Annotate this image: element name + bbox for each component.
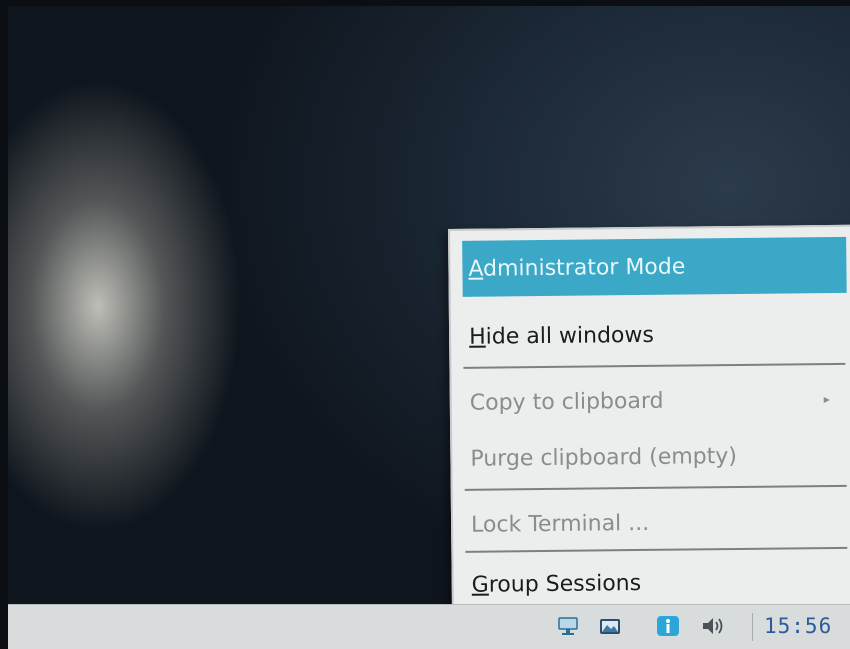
network-icon[interactable] [556,615,580,637]
menu-item-copy-to-clipboard[interactable]: Copy to clipboard ▸ [464,377,844,425]
menu-item-label: Purge clipboard (empty) [470,443,738,472]
menu-separator [464,484,847,491]
menu-item-group-sessions[interactable]: Group Sessions [465,559,845,606]
menu-item-administrator-mode[interactable]: Administrator Mode [462,236,847,297]
menu-item-label: Lock Terminal ... [470,510,650,538]
tray-divider [752,613,753,641]
menu-item-label: Hide all windows [468,322,655,350]
menu-item-lock-terminal[interactable]: Lock Terminal ... [465,499,845,547]
menu-item-purge-clipboard[interactable]: Purge clipboard (empty) [464,433,844,481]
folder-icon[interactable] [598,615,622,637]
info-icon[interactable] [656,615,680,637]
volume-icon[interactable] [700,615,724,637]
desktop[interactable]: Administrator Mode Hide all windows Copy… [8,6,850,606]
menu-item-label: Administrator Mode [468,254,686,282]
menu-item-hide-all-windows[interactable]: Hide all windows [463,311,843,359]
menu-separator [463,362,846,369]
clock[interactable]: 15:56 [764,614,832,638]
menu-item-label: Copy to clipboard [469,388,664,416]
context-menu: Administrator Mode Hide all windows Copy… [448,224,850,606]
menu-separator [465,546,848,553]
menu-item-label: Group Sessions [471,570,642,598]
submenu-arrow-icon: ▸ [823,392,830,407]
taskbar: 15:56 [8,604,850,649]
